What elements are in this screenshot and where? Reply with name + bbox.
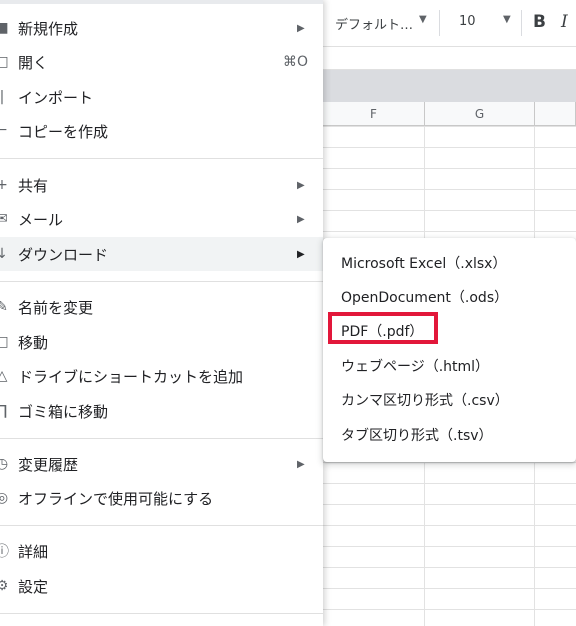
- menu-item-add-shortcut[interactable]: △ ドライブにショートカットを追加: [0, 359, 323, 393]
- download-xlsx-item[interactable]: Microsoft Excel（.xlsx）: [323, 246, 576, 280]
- folder-open-icon: □: [0, 54, 9, 70]
- menu-item-open[interactable]: □ 開く ⌘O: [0, 45, 323, 79]
- font-family-select[interactable]: デフォルト…: [335, 14, 413, 33]
- menu-divider: [0, 438, 323, 439]
- menu-item-settings[interactable]: ⚙ 設定: [0, 569, 323, 603]
- submenu-item-label: Microsoft Excel（.xlsx）: [341, 256, 507, 272]
- submenu-item-label: OpenDocument（.ods）: [341, 290, 509, 306]
- menu-item-version-history[interactable]: ◷ 変更履歴 ▶: [0, 447, 323, 481]
- submenu-arrow-icon: ▶: [297, 458, 305, 470]
- move-icon: □: [0, 334, 9, 350]
- toolbar-divider: [521, 10, 522, 36]
- menu-item-label: ゴミ箱に移動: [18, 402, 109, 421]
- menu-item-label: 開く: [18, 53, 49, 72]
- offline-icon: ◎: [0, 490, 9, 506]
- menu-divider: [0, 158, 323, 159]
- download-tsv-item[interactable]: タブ区切り形式（.tsv）: [323, 418, 576, 452]
- column-header-g[interactable]: G: [425, 102, 535, 126]
- download-submenu: Microsoft Excel（.xlsx） OpenDocument（.ods…: [323, 238, 576, 462]
- info-icon: ⓘ: [0, 544, 9, 560]
- menu-item-label: オフラインで使用可能にする: [18, 489, 214, 508]
- menu-item-download[interactable]: ↓ ダウンロード ▶: [0, 237, 323, 271]
- history-icon: ◷: [0, 456, 9, 472]
- menu-item-share[interactable]: + 共有 ▶: [0, 168, 323, 202]
- new-doc-icon: ■: [0, 20, 9, 36]
- submenu-item-label: カンマ区切り形式（.csv）: [341, 393, 509, 409]
- submenu-arrow-icon: ▶: [297, 248, 305, 260]
- menu-item-trash[interactable]: ∏ ゴミ箱に移動: [0, 394, 323, 428]
- trash-icon: ∏: [0, 403, 8, 419]
- menu-divider: [0, 281, 323, 282]
- shortcut-label: ⌘O: [283, 54, 309, 70]
- formula-bar[interactable]: [323, 47, 576, 70]
- toolbar-band: [323, 70, 576, 102]
- dropdown-arrow-icon[interactable]: ▼: [503, 14, 511, 25]
- menu-item-label: 変更履歴: [18, 455, 79, 474]
- toolbar: デフォルト… ▼ 10 ▼ B I: [323, 0, 576, 47]
- menu-divider: [0, 613, 323, 614]
- menu-item-label: ダウンロード: [18, 245, 109, 264]
- menu-item-label: インポート: [18, 88, 94, 107]
- submenu-item-label: タブ区切り形式（.tsv）: [341, 428, 493, 444]
- mail-icon: ✉: [0, 211, 8, 227]
- menu-item-label: 新規作成: [18, 19, 79, 38]
- menu-item-label: コピーを作成: [18, 122, 109, 141]
- font-size-select[interactable]: 10: [459, 14, 476, 29]
- download-icon: ↓: [0, 246, 8, 262]
- menu-item-label: 詳細: [18, 542, 49, 561]
- menu-item-details[interactable]: ⓘ 詳細: [0, 534, 323, 568]
- menu-item-offline[interactable]: ◎ オフラインで使用可能にする: [0, 481, 323, 515]
- submenu-item-label: ウェブページ（.html）: [341, 359, 490, 375]
- menu-item-email[interactable]: ✉ メール ▶: [0, 202, 323, 236]
- menu-top-edge: [0, 0, 323, 4]
- pdf-highlight-box: [328, 312, 438, 344]
- column-header-h[interactable]: [535, 102, 576, 126]
- submenu-arrow-icon: ▶: [297, 179, 305, 191]
- download-ods-item[interactable]: OpenDocument（.ods）: [323, 280, 576, 314]
- settings-icon: ⚙: [0, 578, 9, 594]
- menu-item-move[interactable]: □ 移動: [0, 325, 323, 359]
- import-icon: |: [0, 89, 5, 105]
- menu-item-new[interactable]: ■ 新規作成 ▶: [0, 11, 323, 45]
- menu-item-copy[interactable]: ⌐ コピーを作成: [0, 114, 323, 148]
- submenu-arrow-icon: ▶: [297, 22, 305, 34]
- menu-item-label: 共有: [18, 176, 49, 195]
- bold-button[interactable]: B: [533, 12, 546, 32]
- menu-item-rename[interactable]: ✎ 名前を変更: [0, 290, 323, 324]
- menu-item-label: ドライブにショートカットを追加: [18, 367, 244, 386]
- dropdown-arrow-icon[interactable]: ▼: [419, 14, 427, 25]
- submenu-arrow-icon: ▶: [297, 213, 305, 225]
- download-html-item[interactable]: ウェブページ（.html）: [323, 349, 576, 383]
- menu-item-label: 名前を変更: [18, 298, 94, 317]
- drive-shortcut-icon: △: [0, 368, 8, 384]
- rename-icon: ✎: [0, 299, 8, 315]
- share-icon: +: [0, 177, 8, 193]
- copy-icon: ⌐: [0, 123, 8, 139]
- download-csv-item[interactable]: カンマ区切り形式（.csv）: [323, 383, 576, 417]
- file-menu: ■ 新規作成 ▶ □ 開く ⌘O | インポート ⌐ コピーを作成 + 共有 ▶…: [0, 0, 323, 626]
- menu-item-import[interactable]: | インポート: [0, 80, 323, 114]
- italic-button[interactable]: I: [561, 12, 568, 32]
- menu-divider: [0, 525, 323, 526]
- menu-item-label: 設定: [18, 577, 49, 596]
- toolbar-divider: [439, 10, 440, 36]
- menu-item-label: 移動: [18, 333, 49, 352]
- column-header-f[interactable]: F: [323, 102, 425, 126]
- menu-item-label: メール: [18, 210, 64, 229]
